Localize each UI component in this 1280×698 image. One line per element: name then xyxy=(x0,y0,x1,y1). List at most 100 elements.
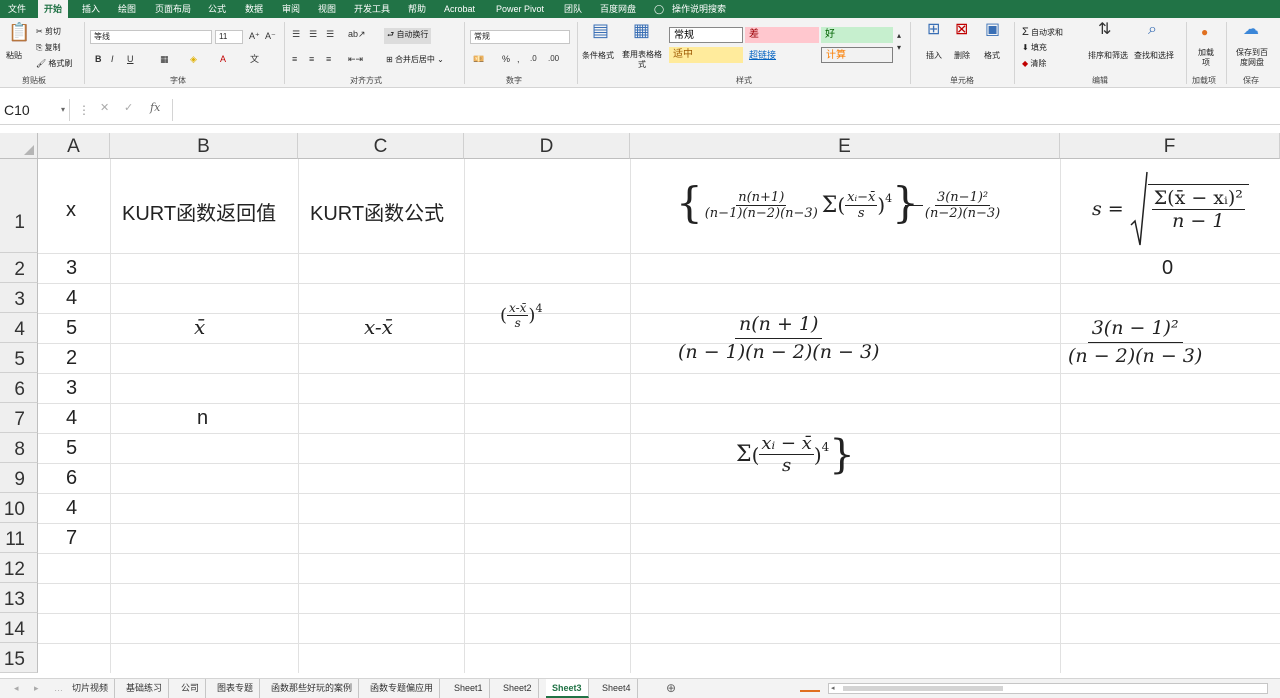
style-neutral[interactable]: 适中 xyxy=(669,47,743,63)
row-header-6[interactable]: 6 xyxy=(0,373,38,403)
number-format-select[interactable]: 常规 xyxy=(470,30,570,44)
font-size-select[interactable]: 11 xyxy=(215,30,243,44)
cell-b7[interactable]: n xyxy=(197,407,208,430)
row-header-11[interactable]: 11 xyxy=(0,523,38,553)
align-right-icon[interactable]: ≡ xyxy=(326,53,331,65)
autosum-button[interactable]: Σ 自动求和 xyxy=(1022,26,1063,38)
row-header-4[interactable]: 4 xyxy=(0,313,38,343)
align-left-icon[interactable]: ≡ xyxy=(292,53,297,65)
cloud-icon[interactable]: ☁ xyxy=(1243,22,1259,38)
paste-button[interactable]: 粘贴 xyxy=(6,50,22,61)
cell-a2[interactable]: 3 xyxy=(66,257,77,280)
italic-icon[interactable]: I xyxy=(111,53,114,65)
table-format-icon[interactable]: ▦ xyxy=(633,21,650,39)
cell-a3[interactable]: 4 xyxy=(66,287,77,310)
style-hyperlink[interactable]: 超链接 xyxy=(745,47,819,63)
sheet-tab-2[interactable]: 基础练习 xyxy=(120,679,170,698)
selected-cell-c10[interactable] xyxy=(298,493,464,523)
sheet-tab-7[interactable]: Sheet1 xyxy=(448,679,490,698)
sheet-tab-1[interactable]: 切片视频 xyxy=(66,679,116,698)
delete-cells-icon[interactable]: ⊠ xyxy=(955,22,968,38)
insert-cells-button[interactable]: 插入 xyxy=(926,50,942,61)
cell-c4[interactable]: x-x̄ xyxy=(364,315,393,339)
orientation-icon[interactable]: ab↗ xyxy=(348,28,366,40)
increase-decimal-icon[interactable]: .0 xyxy=(530,53,537,65)
save-to-baidu-button[interactable]: 保存到百度网盘 xyxy=(1234,48,1270,68)
sheet-tab-4[interactable]: 图表专题 xyxy=(211,679,261,698)
sheet-tab-5[interactable]: 函数那些好玩的案例 xyxy=(265,679,360,698)
formula-input[interactable] xyxy=(172,99,1280,121)
border-icon[interactable]: ▦ xyxy=(160,53,169,65)
tab-review[interactable]: 审阅 xyxy=(282,0,300,18)
format-cells-icon[interactable]: ▣ xyxy=(985,22,1000,38)
tab-acrobat[interactable]: Acrobat xyxy=(444,0,475,18)
row-header-10[interactable]: 10 xyxy=(0,493,38,523)
row-header-15[interactable]: 15 xyxy=(0,643,38,673)
underline-icon[interactable]: U xyxy=(127,53,134,65)
cell-a6[interactable]: 3 xyxy=(66,377,77,400)
delete-cells-button[interactable]: 删除 xyxy=(954,50,970,61)
column-header-f[interactable]: F xyxy=(1060,133,1280,159)
tab-developer[interactable]: 开发工具 xyxy=(354,0,390,18)
cell-a4[interactable]: 5 xyxy=(66,317,77,340)
horizontal-scrollbar[interactable]: ◂ xyxy=(828,683,1268,694)
cell-b4[interactable]: x̄ xyxy=(194,315,205,339)
cut-button[interactable]: ✂ 剪切 xyxy=(36,26,61,37)
tab-baidu[interactable]: 百度网盘 xyxy=(600,0,636,18)
row-header-9[interactable]: 9 xyxy=(0,463,38,493)
sheet-tab-10[interactable]: Sheet4 xyxy=(596,679,638,698)
font-color-icon[interactable]: A xyxy=(220,53,226,65)
sheet-tab-8[interactable]: Sheet2 xyxy=(497,679,539,698)
shrink-font-icon[interactable]: A⁻ xyxy=(265,30,276,42)
indent-icon[interactable]: ⇤⇥ xyxy=(348,53,363,65)
cell-a1[interactable]: x xyxy=(66,199,76,222)
find-select-icon[interactable]: ⌕ xyxy=(1148,22,1157,38)
cell-a8[interactable]: 5 xyxy=(66,437,77,460)
sheet-tab-6[interactable]: 函数专题偏应用 xyxy=(364,679,441,698)
cell-a5[interactable]: 2 xyxy=(66,347,77,370)
decrease-decimal-icon[interactable]: .00 xyxy=(548,53,559,65)
name-box[interactable]: C10 ▾ xyxy=(0,99,70,121)
tab-home[interactable]: 开始 xyxy=(38,0,69,18)
style-normal[interactable]: 常规 xyxy=(669,27,743,43)
row-header-1[interactable]: 1 xyxy=(0,159,38,253)
table-format-button[interactable]: 套用表格格式 xyxy=(620,50,664,70)
cell-c1[interactable]: KURT函数公式 xyxy=(310,197,444,226)
font-name-select[interactable]: 等线 xyxy=(90,30,212,44)
tab-formulas[interactable]: 公式 xyxy=(208,0,226,18)
insert-function-icon[interactable]: fx xyxy=(150,101,160,114)
column-header-a[interactable]: A xyxy=(38,133,110,159)
insert-cells-icon[interactable]: ⊞ xyxy=(927,22,940,38)
enter-icon[interactable]: ✓ xyxy=(124,101,133,114)
percent-icon[interactable]: % xyxy=(502,53,510,65)
phonetic-icon[interactable]: 文 xyxy=(250,53,259,65)
addins-button[interactable]: 加载项 xyxy=(1196,48,1216,68)
scroll-left-icon[interactable]: ◂ xyxy=(8,679,25,698)
comma-icon[interactable]: , xyxy=(517,53,520,65)
tab-help[interactable]: 帮助 xyxy=(408,0,426,18)
tab-splitter[interactable] xyxy=(800,684,820,692)
conditional-format-button[interactable]: 条件格式 xyxy=(582,50,614,61)
cell-f2[interactable]: 0 xyxy=(1162,257,1173,280)
paste-icon[interactable]: 📋 xyxy=(8,23,30,41)
tab-insert[interactable]: 插入 xyxy=(82,0,100,18)
row-header-13[interactable]: 13 xyxy=(0,583,38,613)
tab-view[interactable]: 视图 xyxy=(318,0,336,18)
format-cells-button[interactable]: 格式 xyxy=(984,50,1000,61)
cell-a7[interactable]: 4 xyxy=(66,407,77,430)
column-header-b[interactable]: B xyxy=(110,133,298,159)
fill-button[interactable]: ⬇ 填充 xyxy=(1022,42,1047,53)
column-header-c[interactable]: C xyxy=(298,133,464,159)
style-good[interactable]: 好 xyxy=(821,27,893,43)
merge-center-button[interactable]: ⊞ 合并后居中 ⌄ xyxy=(386,54,444,65)
tab-data[interactable]: 数据 xyxy=(245,0,263,18)
fill-color-icon[interactable]: ◈ xyxy=(190,53,197,65)
grow-font-icon[interactable]: A⁺ xyxy=(249,30,260,42)
style-bad[interactable]: 差 xyxy=(745,27,819,43)
cell-a10[interactable]: 4 xyxy=(66,497,77,520)
column-header-d[interactable]: D xyxy=(464,133,630,159)
chevron-down-icon[interactable]: ▾ xyxy=(61,99,65,121)
row-header-8[interactable]: 8 xyxy=(0,433,38,463)
sheet-tab-3[interactable]: 公司 xyxy=(175,679,207,698)
style-calculation[interactable]: 计算 xyxy=(821,47,893,63)
